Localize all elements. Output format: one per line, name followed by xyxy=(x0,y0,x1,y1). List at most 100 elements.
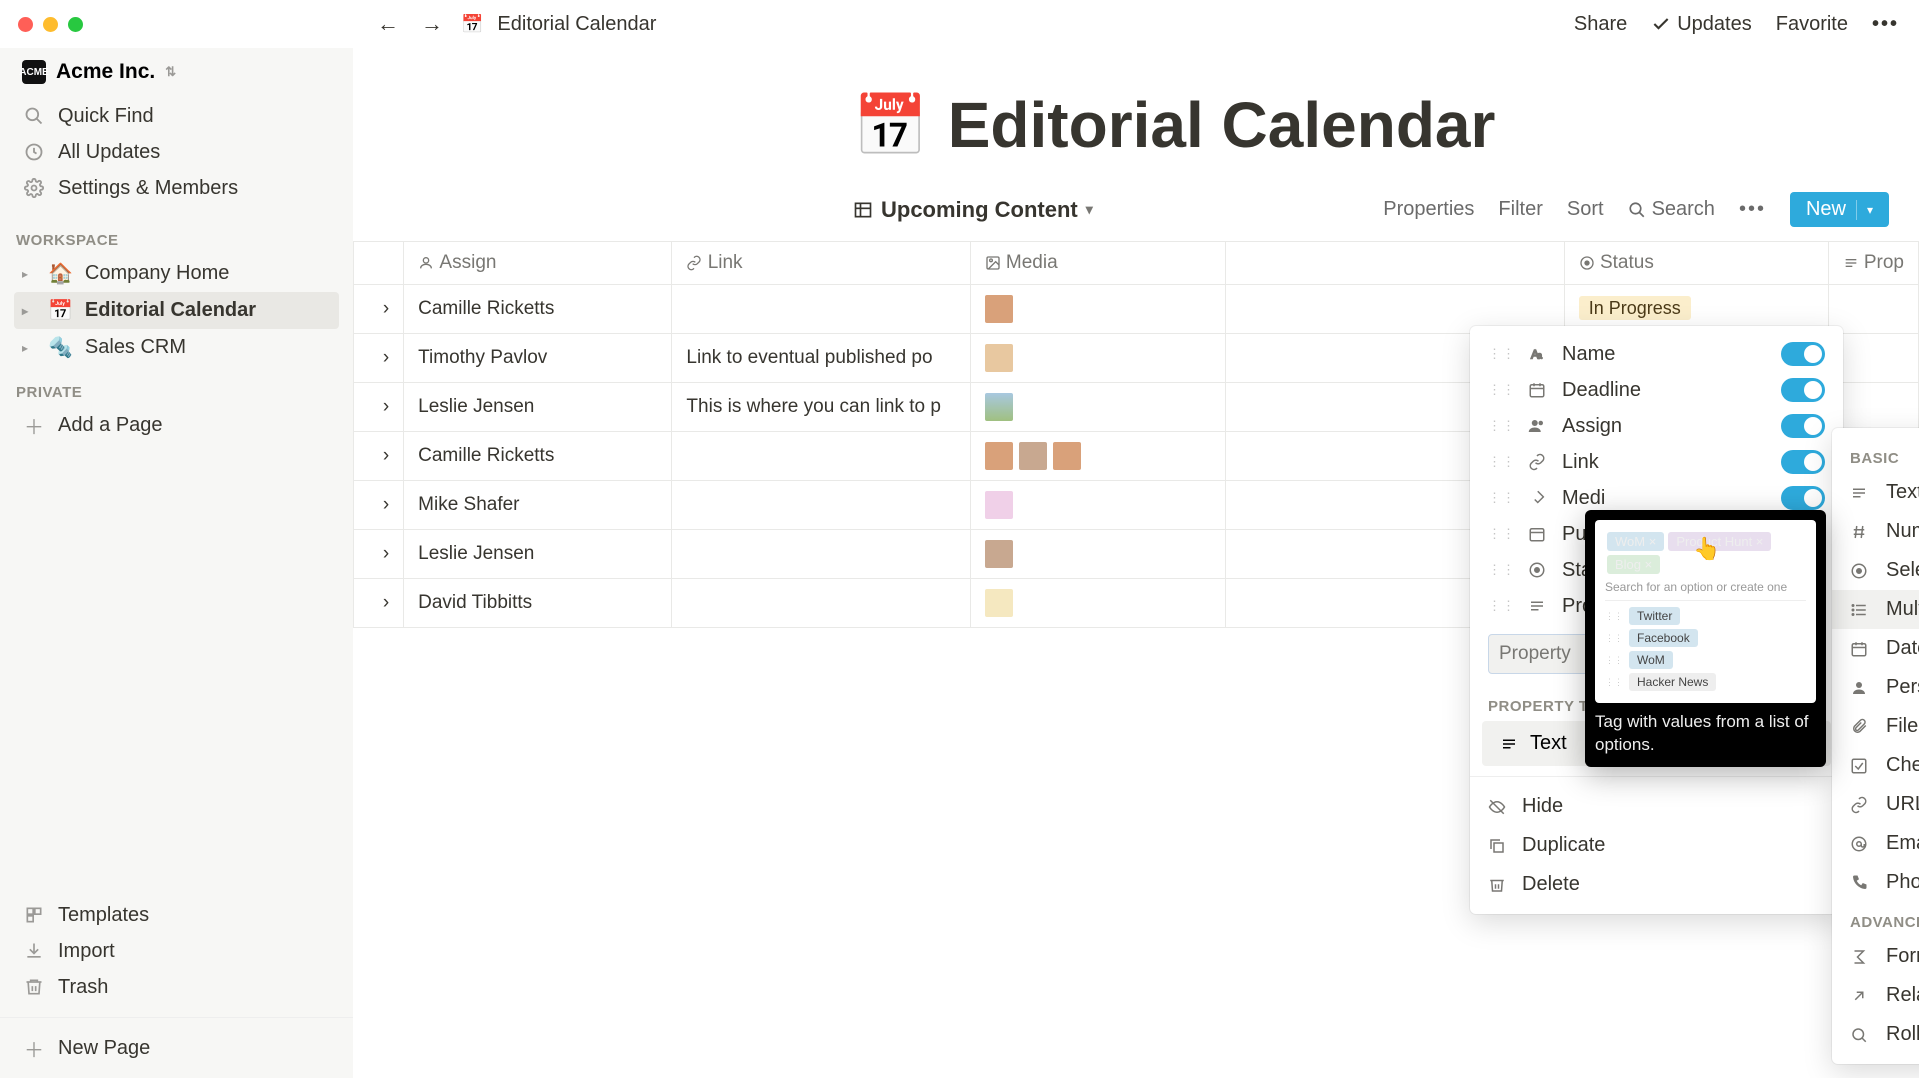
page-title[interactable]: Editorial Calendar xyxy=(948,88,1496,162)
chevron-right-icon[interactable]: ▸ xyxy=(22,267,36,281)
type-option-multi-select[interactable]: Multi-Select xyxy=(1832,590,1919,629)
type-option-phone[interactable]: Phone xyxy=(1832,863,1919,902)
sidebar-item-editorial-calendar[interactable]: ▸ 📅 Editorial Calendar xyxy=(14,292,339,329)
settings-members[interactable]: Settings & Members xyxy=(14,170,339,206)
grip-icon[interactable]: ⋮⋮ xyxy=(1488,382,1516,398)
media-cell[interactable] xyxy=(970,481,1225,530)
grip-icon[interactable]: ⋮⋮ xyxy=(1488,562,1516,578)
column-header-status[interactable]: Status xyxy=(1564,242,1828,285)
hide-property[interactable]: Hide xyxy=(1470,787,1843,826)
sidebar-item-sales-crm[interactable]: ▸ 🔩 Sales CRM xyxy=(14,329,339,366)
link-cell[interactable] xyxy=(672,579,970,628)
column-header-prop[interactable]: Prop xyxy=(1828,242,1918,285)
assign-cell[interactable]: Camille Ricketts xyxy=(404,432,672,481)
type-option-files-media[interactable]: Files & Media xyxy=(1832,707,1919,746)
grip-icon[interactable]: ⋮⋮ xyxy=(1488,346,1516,362)
more-icon[interactable]: ••• xyxy=(1739,198,1766,221)
media-cell[interactable] xyxy=(970,579,1225,628)
templates[interactable]: Templates xyxy=(14,897,339,933)
property-toggle-row[interactable]: ⋮⋮Link xyxy=(1470,444,1843,480)
media-cell[interactable] xyxy=(970,530,1225,579)
type-option-url[interactable]: URL xyxy=(1832,785,1919,824)
grip-icon[interactable]: ⋮⋮ xyxy=(1488,526,1516,542)
updates-button[interactable]: Updates xyxy=(1651,13,1752,36)
toggle-switch[interactable] xyxy=(1781,486,1825,510)
media-cell[interactable] xyxy=(970,334,1225,383)
toggle-switch[interactable] xyxy=(1781,378,1825,402)
type-option-formula[interactable]: Formula xyxy=(1832,937,1919,976)
toggle-switch[interactable] xyxy=(1781,414,1825,438)
more-icon[interactable]: ••• xyxy=(1872,13,1899,36)
chevron-right-icon[interactable]: ▸ xyxy=(22,341,36,355)
assign-cell[interactable]: Mike Shafer xyxy=(404,481,672,530)
media-thumb[interactable] xyxy=(985,295,1013,323)
type-option-relation[interactable]: Relation xyxy=(1832,976,1919,1015)
nav-forward[interactable]: → xyxy=(417,7,447,41)
media-thumb[interactable] xyxy=(985,393,1013,421)
assign-cell[interactable]: Timothy Pavlov xyxy=(404,334,672,383)
property-toggle-row[interactable]: ⋮⋮Deadline xyxy=(1470,372,1843,408)
assign-cell[interactable]: David Tibbitts xyxy=(404,579,672,628)
type-option-email[interactable]: Email xyxy=(1832,824,1919,863)
toggle-switch[interactable] xyxy=(1781,450,1825,474)
type-option-number[interactable]: Number xyxy=(1832,512,1919,551)
delete-property[interactable]: Delete xyxy=(1470,865,1843,904)
add-a-page[interactable]: ＋ Add a Page xyxy=(14,407,339,443)
favorite-button[interactable]: Favorite xyxy=(1776,13,1848,36)
assign-cell[interactable]: Leslie Jensen xyxy=(404,530,672,579)
close-window[interactable] xyxy=(18,17,33,32)
quick-find[interactable]: Quick Find xyxy=(14,98,339,134)
new-button[interactable]: New ▾ xyxy=(1790,192,1889,227)
new-page-button[interactable]: ＋ New Page xyxy=(14,1030,339,1066)
duplicate-property[interactable]: Duplicate xyxy=(1470,826,1843,865)
maximize-window[interactable] xyxy=(68,17,83,32)
property-toggle-row[interactable]: ⋮⋮AaName xyxy=(1470,336,1843,372)
type-option-rollup[interactable]: Rollup xyxy=(1832,1015,1919,1054)
import[interactable]: Import xyxy=(14,933,339,969)
filter-action[interactable]: Filter xyxy=(1498,198,1542,221)
type-option-date[interactable]: Date xyxy=(1832,629,1919,668)
grip-icon[interactable]: ⋮⋮ xyxy=(1488,598,1516,614)
assign-cell[interactable]: Camille Ricketts xyxy=(404,285,672,334)
view-switcher[interactable]: Upcoming Content ▾ xyxy=(853,197,1093,223)
share-button[interactable]: Share xyxy=(1574,13,1627,36)
chevron-down-icon[interactable]: ▾ xyxy=(1867,203,1873,217)
media-thumb[interactable] xyxy=(985,589,1013,617)
page-emoji[interactable]: 📅 xyxy=(853,90,928,161)
link-cell[interactable]: Link to eventual published po xyxy=(672,334,970,383)
assign-cell[interactable]: Leslie Jensen xyxy=(404,383,672,432)
link-cell[interactable] xyxy=(672,432,970,481)
column-header-media[interactable]: Media xyxy=(970,242,1225,285)
sort-action[interactable]: Sort xyxy=(1567,198,1604,221)
search-action[interactable]: Search xyxy=(1628,198,1715,221)
media-cell[interactable] xyxy=(970,383,1225,432)
properties-action[interactable]: Properties xyxy=(1383,198,1474,221)
breadcrumb-title[interactable]: Editorial Calendar xyxy=(497,13,656,36)
link-cell[interactable] xyxy=(672,530,970,579)
all-updates[interactable]: All Updates xyxy=(14,134,339,170)
column-header-link[interactable]: Link xyxy=(672,242,970,285)
media-cell[interactable] xyxy=(970,432,1225,481)
grip-icon[interactable]: ⋮⋮ xyxy=(1488,418,1516,434)
toggle-switch[interactable] xyxy=(1781,342,1825,366)
link-cell[interactable] xyxy=(672,285,970,334)
property-toggle-row[interactable]: ⋮⋮Assign xyxy=(1470,408,1843,444)
sidebar-item-company-home[interactable]: ▸ 🏠 Company Home xyxy=(14,255,339,292)
trash[interactable]: Trash xyxy=(14,969,339,1005)
nav-back[interactable]: ← xyxy=(373,7,403,41)
media-thumb[interactable] xyxy=(985,540,1013,568)
media-thumb[interactable] xyxy=(985,491,1013,519)
workspace-switcher[interactable]: ACME Acme Inc. ⇅ xyxy=(14,56,339,98)
type-option-select[interactable]: Select xyxy=(1832,551,1919,590)
type-option-person[interactable]: Person xyxy=(1832,668,1919,707)
column-header-assign[interactable]: Assign xyxy=(404,242,672,285)
type-option-checkbox[interactable]: Checkbox xyxy=(1832,746,1919,785)
type-option-text[interactable]: Text xyxy=(1832,473,1919,512)
media-cell[interactable] xyxy=(970,285,1225,334)
grip-icon[interactable]: ⋮⋮ xyxy=(1488,454,1516,470)
media-thumb[interactable] xyxy=(985,344,1013,372)
minimize-window[interactable] xyxy=(43,17,58,32)
chevron-right-icon[interactable]: ▸ xyxy=(22,304,36,318)
link-cell[interactable] xyxy=(672,481,970,530)
grip-icon[interactable]: ⋮⋮ xyxy=(1488,490,1516,506)
